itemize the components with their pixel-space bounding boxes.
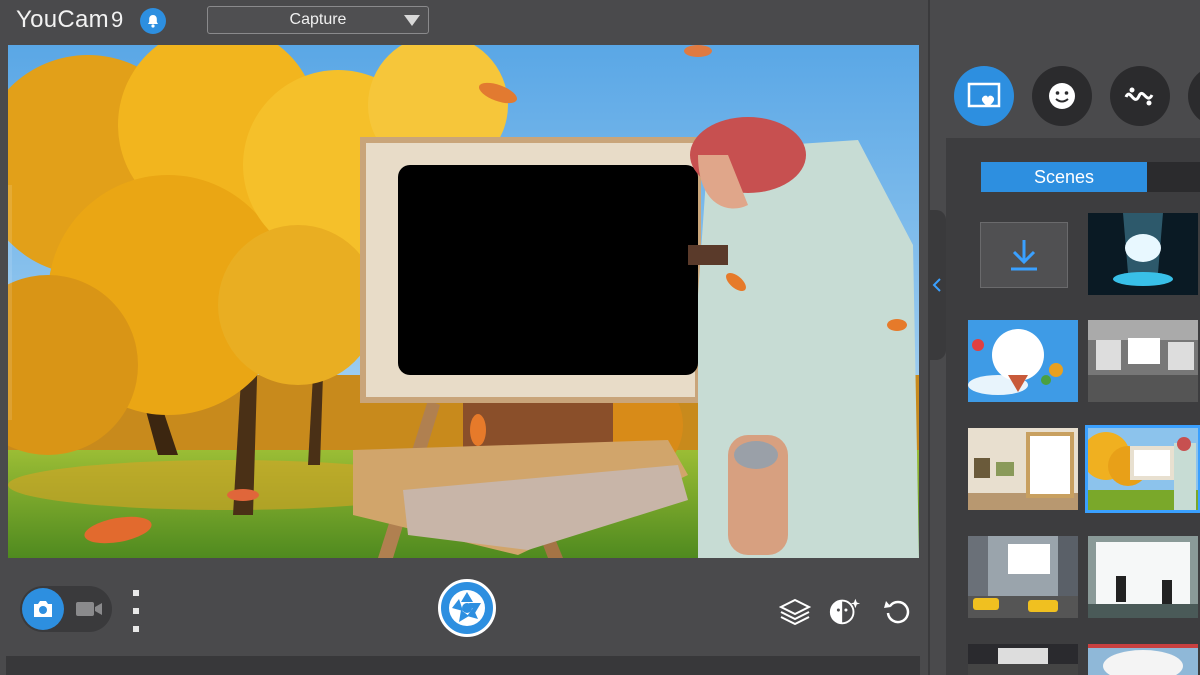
capture-mode-toggle[interactable]: [20, 586, 112, 632]
tab-scenes-category[interactable]: Scenes: [981, 162, 1147, 192]
tab-more[interactable]: [1188, 66, 1200, 126]
tab-emoji[interactable]: [1032, 66, 1092, 126]
chevron-down-icon: [404, 15, 420, 26]
scene-list-panel: Scenes: [946, 138, 1200, 675]
scene-thumb-autumn-painter[interactable]: [1085, 425, 1200, 513]
scene-thumb-spotlight[interactable]: [1088, 213, 1198, 295]
camera-icon[interactable]: [22, 588, 64, 630]
face-effects-icon[interactable]: [828, 594, 862, 628]
video-camera-icon[interactable]: [74, 594, 104, 624]
scene-frame-icon: [967, 82, 1001, 108]
reset-icon[interactable]: [880, 594, 914, 628]
layers-icon[interactable]: [778, 594, 812, 628]
app-version: 9: [110, 7, 124, 32]
bottom-toolbar: [0, 560, 928, 675]
download-icon: [1011, 240, 1037, 271]
filmstrip-area: [6, 656, 920, 675]
shutter-button[interactable]: [438, 579, 496, 637]
scene-thumb-window-cleaners[interactable]: [1088, 536, 1198, 618]
title-bar: YouCam9 Capture: [0, 0, 928, 44]
download-more-button[interactable]: [980, 222, 1068, 288]
mode-dropdown[interactable]: Capture: [207, 6, 429, 34]
panel-collapse-button[interactable]: [928, 210, 946, 360]
bell-icon[interactable]: [140, 8, 166, 34]
more-options-icon[interactable]: [128, 590, 144, 632]
app-title: YouCam9: [16, 6, 124, 34]
smiley-icon: [1049, 83, 1075, 109]
scene-thumb-round-billboard[interactable]: [1088, 644, 1198, 675]
scene-category-tabs: Scenes: [981, 162, 1200, 192]
preview-scene: [8, 45, 919, 558]
scene-thumb-city-bw[interactable]: [1088, 320, 1198, 402]
effects-panel: Scenes: [930, 0, 1200, 675]
aperture-icon: [449, 590, 485, 626]
squiggle-icon: [1124, 87, 1154, 106]
scene-thumb-gallery[interactable]: [968, 428, 1078, 510]
scene-thumb-arena[interactable]: [968, 644, 1078, 675]
tab-scenes[interactable]: [954, 66, 1014, 126]
camera-preview[interactable]: [8, 45, 919, 558]
preview-scroll-handle[interactable]: [8, 185, 12, 420]
mode-dropdown-value: Capture: [289, 11, 347, 28]
app-name: YouCam: [16, 6, 109, 33]
scene-thumb-taxi-street[interactable]: [968, 536, 1078, 618]
scene-thumb-balloons[interactable]: [968, 320, 1078, 402]
chevron-left-icon: [932, 278, 941, 292]
tab-distortion[interactable]: [1110, 66, 1170, 126]
